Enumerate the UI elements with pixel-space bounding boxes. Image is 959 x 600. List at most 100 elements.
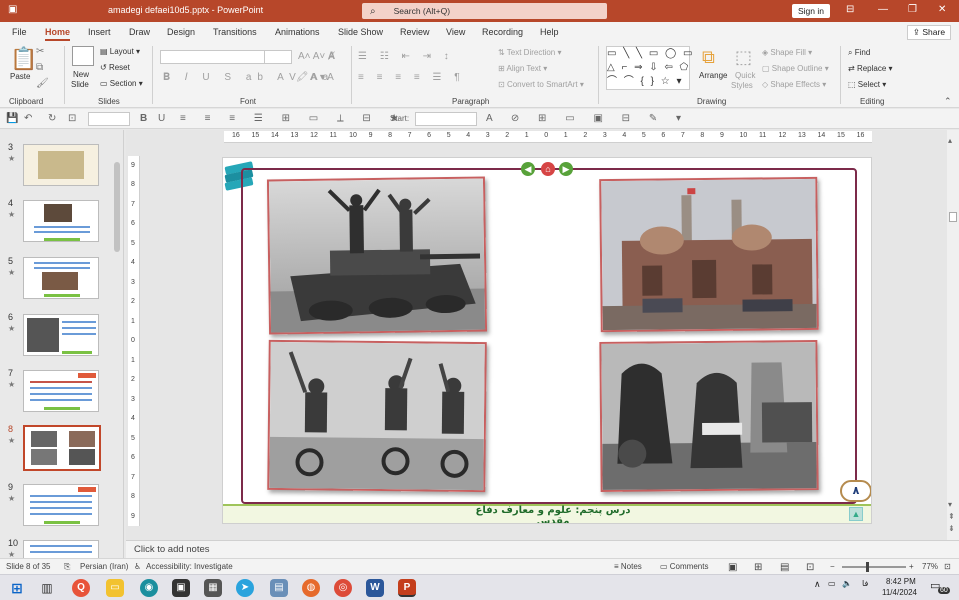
layout-button[interactable]: ▤ Layout ▾ xyxy=(100,47,140,56)
task-view-icon[interactable]: ▥ xyxy=(38,579,56,597)
tab-home[interactable]: Home xyxy=(45,27,71,41)
scrollbar-thumb[interactable] xyxy=(114,162,120,252)
powerpoint-icon[interactable]: P xyxy=(398,579,416,597)
shape-fill-button[interactable]: ◈ Shape Fill ▾ xyxy=(762,48,812,57)
app-icon-browser[interactable]: ◉ xyxy=(140,579,158,597)
zoom-in-icon[interactable]: + xyxy=(909,562,914,571)
tab-transitions[interactable]: Transitions xyxy=(213,27,257,37)
language-status[interactable]: Persian (Iran) xyxy=(80,562,128,571)
keyboard-language[interactable]: فا xyxy=(862,579,868,588)
copy-icon[interactable]: ⧉ xyxy=(36,62,43,73)
quick-styles-button[interactable]: Quick xyxy=(735,71,755,80)
underline-icon[interactable]: U xyxy=(158,113,165,124)
new-slide-button[interactable]: New xyxy=(73,70,89,79)
tab-help[interactable]: Help xyxy=(540,27,559,37)
home-icon[interactable]: ⌂ xyxy=(541,162,555,176)
tab-view[interactable]: View xyxy=(446,27,465,37)
zoom-level[interactable]: 77% xyxy=(922,562,938,571)
align-text-button[interactable]: ⊞ Align Text ▾ xyxy=(498,64,547,73)
paste-icon[interactable]: 📋 xyxy=(10,46,37,72)
chrome-icon[interactable]: ◎ xyxy=(334,579,352,597)
convert-smartart-button[interactable]: ⊡ Convert to SmartArt ▾ xyxy=(498,80,584,89)
zoom-slider-thumb[interactable] xyxy=(866,562,869,572)
clock-time[interactable]: 8:42 PM xyxy=(886,577,916,586)
store-icon[interactable]: ▣ xyxy=(172,579,190,597)
calculator-icon[interactable]: ▦ xyxy=(204,579,222,597)
share-button[interactable]: ⇪ Share xyxy=(907,25,951,40)
network-icon[interactable]: ▭ xyxy=(828,579,836,588)
slide-thumbnail-5[interactable] xyxy=(23,257,99,299)
previous-slide-icon[interactable]: ⇞ xyxy=(948,512,955,521)
show-hidden-icons[interactable]: ∧ xyxy=(814,579,821,590)
arrange-button[interactable]: Arrange xyxy=(699,71,727,80)
accessibility-status[interactable]: Accessibility: Investigate xyxy=(146,562,233,571)
telegram-icon[interactable]: ➤ xyxy=(236,579,254,597)
tab-draw[interactable]: Draw xyxy=(129,27,150,37)
file-explorer-icon[interactable]: ▭ xyxy=(106,579,124,597)
reset-button[interactable]: ↺ Reset xyxy=(100,63,130,72)
slide-sorter-icon[interactable]: ⊞ xyxy=(754,562,762,573)
comments-button[interactable]: ▭ Comments xyxy=(660,562,708,571)
slide-thumbnail-9[interactable] xyxy=(23,484,99,526)
find-button[interactable]: ⌕ Find xyxy=(848,48,870,58)
slide-thumbnail-3[interactable] xyxy=(23,144,99,186)
slide-thumbnail-7[interactable] xyxy=(23,370,99,412)
collapse-ribbon-icon[interactable]: ⌃ xyxy=(944,96,952,107)
thumbnail-scrollbar[interactable] xyxy=(113,156,121,556)
tab-slide-show[interactable]: Slide Show xyxy=(338,27,383,37)
slide-show-icon[interactable]: ⊡ xyxy=(806,562,814,573)
zoom-slider[interactable] xyxy=(842,566,906,568)
save-icon[interactable]: 💾 xyxy=(6,113,18,124)
paste-button[interactable]: Paste xyxy=(10,72,30,81)
previous-arrow-icon[interactable]: ◀ xyxy=(521,162,535,176)
tab-recording[interactable]: Recording xyxy=(482,27,523,37)
word-icon[interactable]: W xyxy=(366,579,384,597)
redo-icon[interactable]: ↻ xyxy=(48,113,56,124)
close-icon[interactable]: ✕ xyxy=(938,4,946,15)
font-size-controls[interactable]: A˄ A˅ 𝐀̸ xyxy=(298,51,335,62)
firefox-icon[interactable]: ◍ xyxy=(302,579,320,597)
text-direction-button[interactable]: ⇅ Text Direction ▾ xyxy=(498,48,562,57)
clock-date[interactable]: 11/4/2024 xyxy=(882,588,917,597)
format-painter-icon[interactable]: 🖌 xyxy=(36,78,49,89)
font-size-dropdown[interactable] xyxy=(264,50,292,64)
notes-button[interactable]: ≡ Notes xyxy=(614,562,642,571)
select-button[interactable]: ⬚ Select ▾ xyxy=(848,80,886,89)
cut-icon[interactable]: ✂ xyxy=(36,46,44,57)
app-icon-window[interactable]: ▤ xyxy=(270,579,288,597)
tab-design[interactable]: Design xyxy=(167,27,195,37)
normal-view-icon[interactable]: ▣ xyxy=(728,562,737,573)
ribbon-display-icon[interactable]: ⊟ xyxy=(846,4,854,15)
slide-thumbnail-10[interactable] xyxy=(23,540,99,558)
shape-effects-button[interactable]: ◇ Shape Effects ▾ xyxy=(762,80,826,89)
accessibility-icon[interactable]: ♿ xyxy=(134,562,141,571)
scroll-up-icon[interactable]: ▴ xyxy=(948,136,952,145)
next-arrow-icon[interactable]: ▶ xyxy=(559,162,573,176)
windows-start-icon[interactable]: ⊞ xyxy=(8,579,26,597)
reading-view-icon[interactable]: ▤ xyxy=(780,562,789,573)
autosave-icon[interactable]: ▣ xyxy=(8,4,17,15)
search-box[interactable]: ⌕ Search (Alt+Q) xyxy=(362,3,607,19)
sign-in-button[interactable]: Sign in xyxy=(792,4,830,18)
bold-icon[interactable]: B xyxy=(140,113,147,124)
fit-slide-icon[interactable]: ⊡ xyxy=(944,562,951,571)
restore-icon[interactable]: ❐ xyxy=(908,4,917,15)
app-icon-messenger[interactable]: Q xyxy=(72,579,90,597)
shapes-gallery[interactable]: ▭ ╲ ╲ ▭ ◯ ▭ △ ⌐ ⇒ ⇩ ⇦ ⬠ ⌒ ⌒ { } ☆ ▾ xyxy=(606,46,692,90)
tab-animations[interactable]: Animations xyxy=(275,27,320,37)
minimize-icon[interactable]: — xyxy=(878,4,888,15)
start-dropdown[interactable] xyxy=(415,112,477,126)
volume-icon[interactable]: 🔈 xyxy=(842,579,852,588)
font-color-buttons[interactable]: 🖍 A ▾ A xyxy=(296,72,334,83)
zoom-out-icon[interactable]: − xyxy=(830,562,835,571)
tab-review[interactable]: Review xyxy=(400,27,430,37)
slide-canvas[interactable]: ◀ ⌂ ▶ درس پنجم: علوم و معارف دفاع مقدس ۸… xyxy=(222,157,872,524)
notes-pane[interactable]: Click to add notes xyxy=(126,540,959,558)
tab-insert[interactable]: Insert xyxy=(88,27,111,37)
shape-outline-button[interactable]: ▢ Shape Outline ▾ xyxy=(762,64,829,73)
align-buttons[interactable]: ≡ ≡ ≡ ≡ ☰ ¶ xyxy=(358,72,465,83)
slide-thumbnail-4[interactable] xyxy=(23,200,99,242)
editor-scrollbar[interactable]: ▴ ▾ ⇞ ⇟ xyxy=(947,130,959,540)
new-slide-button-line2[interactable]: Slide xyxy=(71,80,89,89)
tab-file[interactable]: File xyxy=(12,27,27,37)
